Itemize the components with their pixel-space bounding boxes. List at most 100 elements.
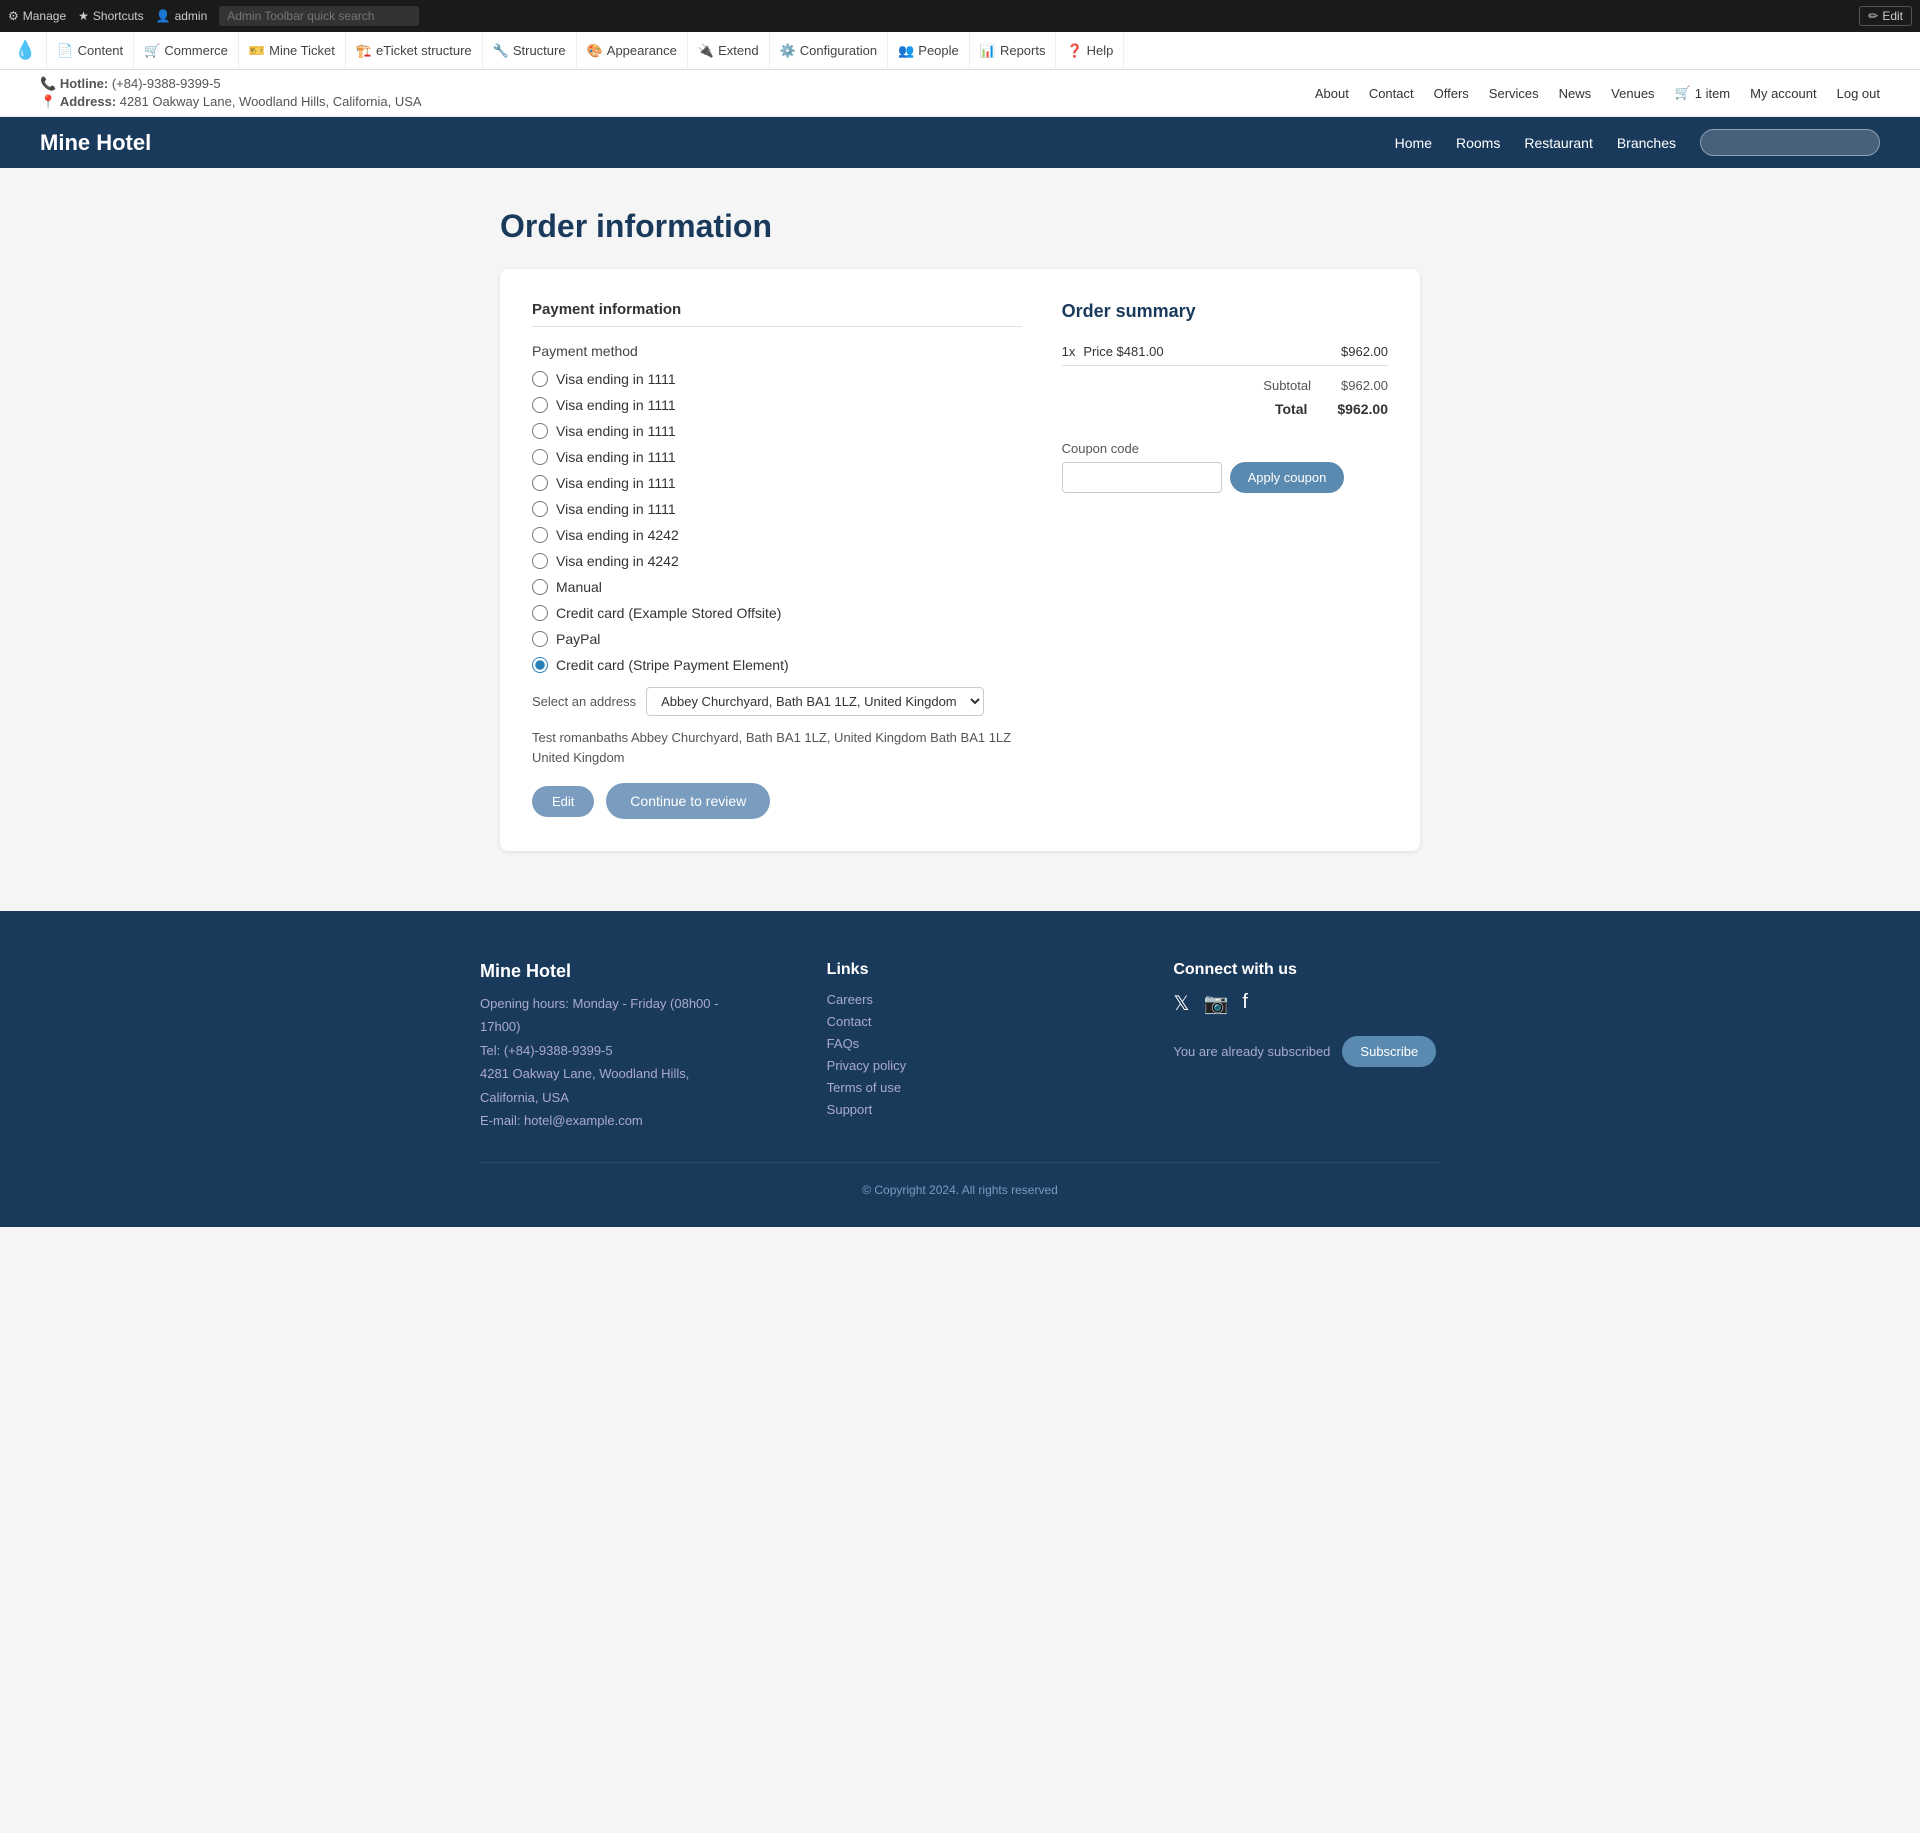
footer-address: 4281 Oakway Lane, Woodland Hills, Califo… [480,1062,747,1109]
footer-link-privacy[interactable]: Privacy policy [827,1058,906,1073]
logout-link[interactable]: Log out [1837,86,1880,101]
payment-option-8: Visa ending in 4242 [532,553,1022,569]
news-link[interactable]: News [1559,86,1592,101]
twitter-icon[interactable]: 𝕏 [1173,991,1189,1016]
footer-link-faqs[interactable]: FAQs [827,1036,860,1051]
toolbar-structure[interactable]: 🔧 Structure [483,32,577,69]
main-nav: Home Rooms Restaurant Branches [1395,129,1880,156]
continue-to-review-button[interactable]: Continue to review [606,783,770,819]
reports-icon: 📊 [980,43,996,59]
edit-button[interactable]: Edit [532,786,594,817]
payment-option-1: Visa ending in 1111 [532,371,1022,387]
footer-opening-hours: Opening hours: Monday - Friday (08h00 - … [480,992,747,1039]
admin-search-input[interactable] [219,6,419,26]
total-label: Total [1275,401,1307,417]
drupal-icon: ⚙ [8,9,19,23]
toolbar-eticket-structure[interactable]: 🏗️ eTicket structure [346,32,483,69]
site-header: Mine Hotel Home Rooms Restaurant Branche… [0,117,1920,168]
venues-link[interactable]: Venues [1611,86,1654,101]
payment-radio-paypal[interactable] [532,631,548,647]
payment-radio-6[interactable] [532,501,548,517]
footer-link-support[interactable]: Support [827,1102,873,1117]
user-button[interactable]: 👤 admin [156,9,208,23]
payment-option-3: Visa ending in 1111 [532,423,1022,439]
contact-link[interactable]: Contact [1369,86,1414,101]
payment-radio-7[interactable] [532,527,548,543]
manage-button[interactable]: ⚙ Manage [8,9,66,23]
payment-radio-manual[interactable] [532,579,548,595]
subscribe-row: You are already subscribed Subscribe [1173,1036,1440,1067]
toolbar-mine-ticket[interactable]: 🎫 Mine Ticket [239,32,346,69]
site-search-input[interactable] [1700,129,1880,156]
toolbar-reports[interactable]: 📊 Reports [970,32,1057,69]
order-price-label: Price $481.00 [1083,344,1163,359]
edit-button[interactable]: ✏ Edit [1859,6,1912,26]
subtotal-row: Subtotal $962.00 [1062,374,1388,397]
nav-restaurant[interactable]: Restaurant [1524,135,1592,151]
footer-brand: Mine Hotel [480,961,747,982]
location-icon: 📍 [40,94,56,109]
footer-email: E-mail: hotel@example.com [480,1109,747,1132]
toolbar-help[interactable]: ❓ Help [1056,32,1124,69]
toolbar-configuration[interactable]: ⚙️ Configuration [770,32,889,69]
apply-coupon-button[interactable]: Apply coupon [1230,462,1345,493]
toolbar-commerce[interactable]: 🛒 Commerce [134,32,239,69]
payment-option-2: Visa ending in 1111 [532,397,1022,413]
toolbar-people[interactable]: 👥 People [888,32,970,69]
payment-radio-8[interactable] [532,553,548,569]
drupal-logo[interactable]: 💧 [4,32,47,69]
subscribe-text: You are already subscribed [1173,1044,1330,1059]
subtotal-amount: $962.00 [1341,378,1388,393]
offers-link[interactable]: Offers [1434,86,1469,101]
nav-home[interactable]: Home [1395,135,1432,151]
about-link[interactable]: About [1315,86,1349,101]
extend-icon: 🔌 [698,43,714,59]
site-footer: Mine Hotel Opening hours: Monday - Frida… [0,911,1920,1227]
drupal-toolbar: 💧 📄 Content 🛒 Commerce 🎫 Mine Ticket 🏗️ … [0,32,1920,70]
payment-radio-offsite[interactable] [532,605,548,621]
footer-link-terms[interactable]: Terms of use [827,1080,901,1095]
order-summary-section: Order summary 1x Price $481.00 $962.00 S… [1062,301,1388,819]
admin-bar: ⚙ Manage ★ Shortcuts 👤 admin ✏ Edit [0,0,1920,32]
services-link[interactable]: Services [1489,86,1539,101]
footer-connect-col: Connect with us 𝕏 📷 f You are already su… [1173,961,1440,1132]
shortcuts-button[interactable]: ★ Shortcuts [78,9,143,23]
toolbar-extend[interactable]: 🔌 Extend [688,32,770,69]
order-line-amount: $962.00 [1341,344,1388,359]
main-content: Order information Payment information Pa… [480,208,1440,851]
payment-radio-5[interactable] [532,475,548,491]
address-text: 📍 Address: 4281 Oakway Lane, Woodland Hi… [40,94,422,110]
footer-link-contact[interactable]: Contact [827,1014,872,1029]
payment-radio-2[interactable] [532,397,548,413]
nav-rooms[interactable]: Rooms [1456,135,1500,151]
order-card: Payment information Payment method Visa … [500,269,1420,851]
payment-radio-3[interactable] [532,423,548,439]
people-icon: 👥 [898,43,914,59]
nav-branches[interactable]: Branches [1617,135,1676,151]
instagram-icon[interactable]: 📷 [1203,991,1228,1016]
phone-icon: 📞 [40,76,56,91]
payment-option-5: Visa ending in 1111 [532,475,1022,491]
star-icon: ★ [78,9,89,23]
payment-option-offsite: Credit card (Example Stored Offsite) [532,605,1022,621]
footer-connect-heading: Connect with us [1173,961,1440,979]
order-totals: Subtotal $962.00 Total $962.00 [1062,374,1388,421]
address-select[interactable]: Abbey Churchyard, Bath BA1 1LZ, United K… [646,687,984,716]
footer-link-careers[interactable]: Careers [827,992,873,1007]
cart-link[interactable]: 🛒 1 item [1675,85,1731,101]
coupon-input[interactable] [1062,462,1222,493]
order-summary-title: Order summary [1062,301,1388,322]
social-icons: 𝕏 📷 f [1173,991,1440,1016]
payment-radio-1[interactable] [532,371,548,387]
payment-radio-4[interactable] [532,449,548,465]
configuration-icon: ⚙️ [780,43,796,59]
site-topbar: 📞 Hotline: (+84)-9388-9399-5 📍 Address: … [0,70,1920,117]
payment-radio-stripe[interactable] [532,657,548,673]
toolbar-appearance[interactable]: 🎨 Appearance [577,32,688,69]
my-account-link[interactable]: My account [1750,86,1816,101]
subscribe-button[interactable]: Subscribe [1342,1036,1436,1067]
site-logo[interactable]: Mine Hotel [40,130,151,156]
facebook-icon[interactable]: f [1242,991,1248,1016]
toolbar-content[interactable]: 📄 Content [47,32,134,69]
ticket-icon: 🎫 [249,43,265,59]
